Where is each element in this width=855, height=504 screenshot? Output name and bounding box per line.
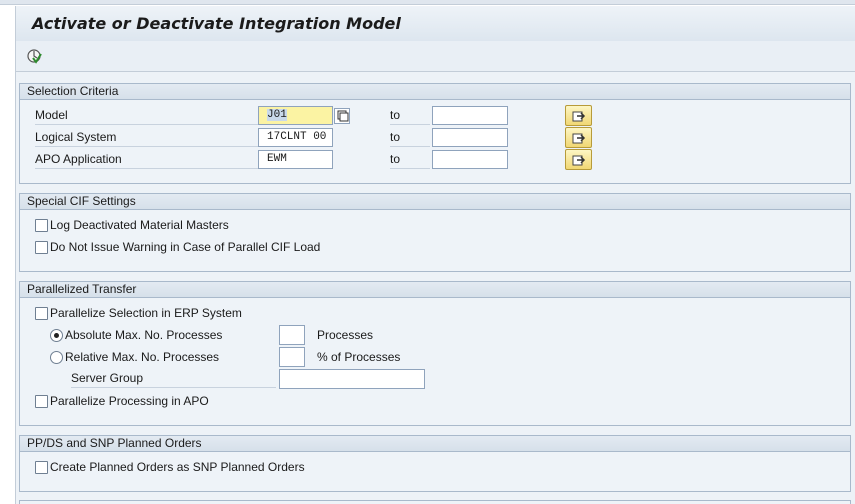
absolute-max-processes-radio[interactable] [50, 329, 63, 342]
apo-application-row: APO Application EWM to [20, 149, 852, 170]
no-parallel-load-warning-label: Do Not Issue Warning in Case of Parallel… [50, 240, 321, 254]
logical-system-label: Logical System [35, 128, 276, 147]
apo-application-from-field[interactable]: EWM [258, 150, 333, 169]
apo-application-to-field[interactable] [432, 150, 508, 169]
logical-system-row: Logical System 17CLNT 00 to [20, 127, 852, 148]
logical-system-to-field[interactable] [432, 128, 508, 147]
relative-max-processes-label: Relative Max. No. Processes [65, 350, 220, 364]
log-deactivated-material-masters-label: Log Deactivated Material Masters [50, 218, 229, 232]
log-deactivated-material-masters-checkbox[interactable] [35, 219, 48, 232]
absolute-max-processes-field[interactable] [279, 325, 305, 345]
model-from-value: J01 [267, 109, 287, 121]
top-frame-line [0, 0, 855, 5]
model-multiple-selection-button[interactable] [565, 105, 592, 126]
absolute-max-processes-label: Absolute Max. No. Processes [65, 328, 223, 342]
model-label: Model [35, 106, 276, 125]
to-label: to [390, 128, 430, 147]
server-group-label: Server Group [71, 369, 276, 388]
to-label: to [390, 106, 430, 125]
logical-system-from-field[interactable]: 17CLNT 00 [258, 128, 333, 147]
create-snp-planned-orders-checkbox[interactable] [35, 461, 48, 474]
apo-application-multiple-selection-button[interactable] [565, 149, 592, 170]
main-content: Selection Criteria Model J01 to Logical … [15, 72, 855, 504]
group-title: PP/DS and SNP Planned Orders [20, 436, 850, 452]
logical-system-multiple-selection-button[interactable] [565, 127, 592, 148]
group-title: Special CIF Settings [20, 194, 850, 210]
group-title: Selection Criteria [20, 84, 850, 100]
relative-max-processes-radio[interactable] [50, 351, 63, 364]
relative-max-processes-field[interactable] [279, 347, 305, 367]
page-title: Activate or Deactivate Integration Model [32, 14, 401, 33]
percent-of-processes-label: % of Processes [317, 350, 401, 364]
ppds-snp-planned-orders-group: PP/DS and SNP Planned Orders Create Plan… [19, 435, 851, 492]
model-row: Model J01 to [20, 105, 852, 126]
server-group-field[interactable] [279, 369, 425, 389]
next-group-partial [19, 500, 851, 504]
parallelize-erp-checkbox[interactable] [35, 307, 48, 320]
title-bar: Activate or Deactivate Integration Model [15, 6, 855, 41]
parallelize-apo-label: Parallelize Processing in APO [50, 394, 209, 408]
to-label: to [390, 150, 430, 169]
create-snp-planned-orders-label: Create Planned Orders as SNP Planned Ord… [50, 460, 305, 474]
parallelize-erp-label: Parallelize Selection in ERP System [50, 306, 242, 320]
multiple-selection-icon [572, 155, 586, 166]
execute-icon[interactable] [26, 48, 42, 64]
no-parallel-load-warning-checkbox[interactable] [35, 241, 48, 254]
multiple-selection-icon [572, 133, 586, 144]
apo-application-label: APO Application [35, 150, 276, 169]
special-cif-settings-group: Special CIF Settings Log Deactivated Mat… [19, 193, 851, 272]
selection-criteria-group: Selection Criteria Model J01 to Logical … [19, 83, 851, 184]
multiple-selection-icon [572, 111, 586, 122]
application-toolbar [15, 41, 855, 72]
model-to-field[interactable] [432, 106, 508, 125]
group-title: Parallelized Transfer [20, 282, 850, 298]
parallelize-apo-checkbox[interactable] [35, 395, 48, 408]
model-from-field[interactable]: J01 [258, 106, 333, 125]
processes-unit-label: Processes [317, 328, 374, 342]
copy-icon[interactable] [334, 108, 350, 124]
parallelized-transfer-group: Parallelized Transfer Parallelize Select… [19, 281, 851, 426]
